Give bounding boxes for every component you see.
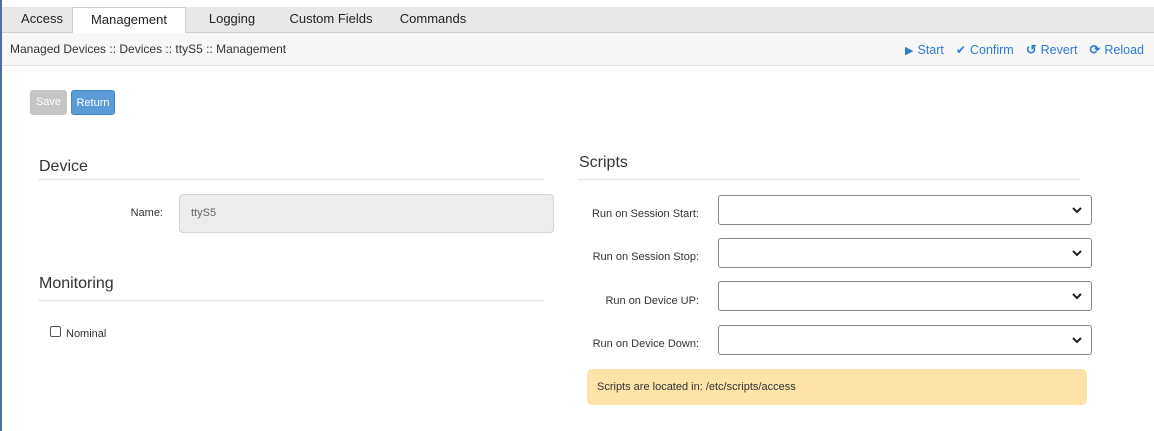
return-button[interactable]: Return <box>71 90 115 115</box>
device-divider <box>38 179 545 180</box>
device-down-label: Run on Device Down: <box>592 338 699 350</box>
session-stop-select[interactable] <box>718 238 1092 268</box>
reload-label: Reload <box>1104 43 1144 57</box>
start-link[interactable]: ▶ Start <box>905 42 944 58</box>
undo-icon: ↺ <box>1025 42 1037 57</box>
tab-access[interactable]: Access <box>12 7 72 33</box>
tab-logging[interactable]: Logging <box>186 7 278 33</box>
name-label: Name: <box>130 207 163 219</box>
confirm-label: Confirm <box>969 43 1014 57</box>
chevron-down-icon <box>1072 207 1082 214</box>
start-label: Start <box>917 43 944 57</box>
confirm-link[interactable]: ✔ Confirm <box>956 42 1014 58</box>
chevron-down-icon <box>1072 337 1082 344</box>
monitoring-divider <box>38 300 545 301</box>
session-start-select[interactable] <box>718 195 1092 225</box>
tab-management[interactable]: Management <box>72 7 186 34</box>
breadcrumb-bar: Managed Devices :: Devices :: ttyS5 :: M… <box>2 33 1154 66</box>
device-up-select[interactable] <box>718 281 1092 311</box>
scripts-divider <box>578 179 1080 180</box>
reload-link[interactable]: ⟳ Reload <box>1089 42 1144 58</box>
tab-commands[interactable]: Commands <box>384 7 482 33</box>
device-up-label: Run on Device UP: <box>605 295 699 307</box>
device-down-select[interactable] <box>718 325 1092 355</box>
device-heading: Device <box>39 158 88 175</box>
nominal-checkbox[interactable] <box>50 326 61 337</box>
scripts-heading: Scripts <box>579 154 628 171</box>
tab-custom-fields[interactable]: Custom Fields <box>278 7 384 33</box>
play-icon: ▶ <box>905 44 914 57</box>
save-button[interactable]: Save <box>30 90 67 115</box>
session-stop-label: Run on Session Stop: <box>592 251 699 263</box>
scripts-location-note: Scripts are located in: /etc/scripts/acc… <box>587 369 1087 405</box>
name-field[interactable]: ttyS5 <box>179 194 554 233</box>
tab-bar: Access Management Logging Custom Fields … <box>2 7 1154 34</box>
nominal-label: Nominal <box>66 328 107 340</box>
reload-icon: ⟳ <box>1089 42 1101 57</box>
checkmark-icon: ✔ <box>955 43 966 57</box>
chevron-down-icon <box>1072 293 1082 300</box>
breadcrumb: Managed Devices :: Devices :: ttyS5 :: M… <box>10 42 287 56</box>
revert-link[interactable]: ↺ Revert <box>1026 42 1078 58</box>
action-links: ▶ Start ✔ Confirm ↺ Revert ⟳ Reload <box>905 42 1144 58</box>
session-start-label: Run on Session Start: <box>591 208 699 220</box>
revert-label: Revert <box>1040 43 1078 57</box>
chevron-down-icon <box>1072 250 1082 257</box>
monitoring-heading: Monitoring <box>39 275 114 292</box>
